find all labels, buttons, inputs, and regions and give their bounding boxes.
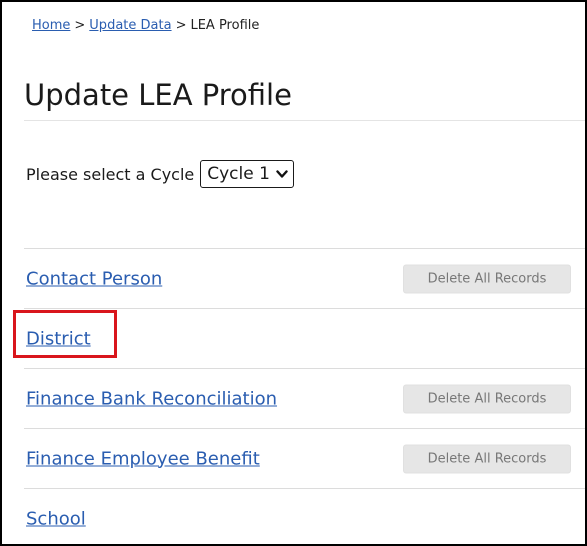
profile-list: Contact Person Delete All Records Distri…: [24, 248, 585, 544]
list-item-contact-person: Contact Person Delete All Records: [24, 248, 585, 308]
finance-bank-reconciliation-link[interactable]: Finance Bank Reconciliation: [26, 388, 277, 409]
list-item-finance-bank-reconciliation: Finance Bank Reconciliation Delete All R…: [24, 368, 585, 428]
cycle-label: Please select a Cycle: [26, 164, 195, 184]
finance-employee-benefit-link[interactable]: Finance Employee Benefit: [26, 448, 260, 469]
cycle-select[interactable]: Cycle 1: [200, 160, 294, 188]
cycle-selected-value: Cycle 1: [207, 164, 270, 184]
delete-all-records-button[interactable]: Delete All Records: [403, 264, 571, 293]
list-item-district: District: [24, 308, 585, 368]
breadcrumb-home-link[interactable]: Home: [32, 18, 70, 33]
list-item-school: School: [24, 488, 585, 544]
school-link[interactable]: School: [26, 508, 86, 529]
breadcrumb-separator: >: [175, 18, 187, 33]
breadcrumb-separator: >: [74, 18, 86, 33]
contact-person-link[interactable]: Contact Person: [26, 268, 162, 289]
title-divider: [24, 120, 585, 121]
delete-all-records-button[interactable]: Delete All Records: [403, 384, 571, 413]
chevron-down-icon: [276, 170, 288, 178]
page-frame: Home > Update Data > LEA Profile Update LEA …: [0, 0, 587, 546]
district-link[interactable]: District: [26, 328, 91, 349]
breadcrumb-current: LEA Profile: [190, 18, 260, 33]
breadcrumb-update-data-link[interactable]: Update Data: [89, 18, 171, 33]
page-title: Update LEA Profile: [24, 78, 292, 112]
delete-all-records-button[interactable]: Delete All Records: [403, 444, 571, 473]
list-item-finance-employee-benefit: Finance Employee Benefit Delete All Reco…: [24, 428, 585, 488]
cycle-selector-row: Please select a Cycle Cycle 1: [26, 160, 294, 188]
breadcrumb: Home > Update Data > LEA Profile: [32, 18, 259, 33]
